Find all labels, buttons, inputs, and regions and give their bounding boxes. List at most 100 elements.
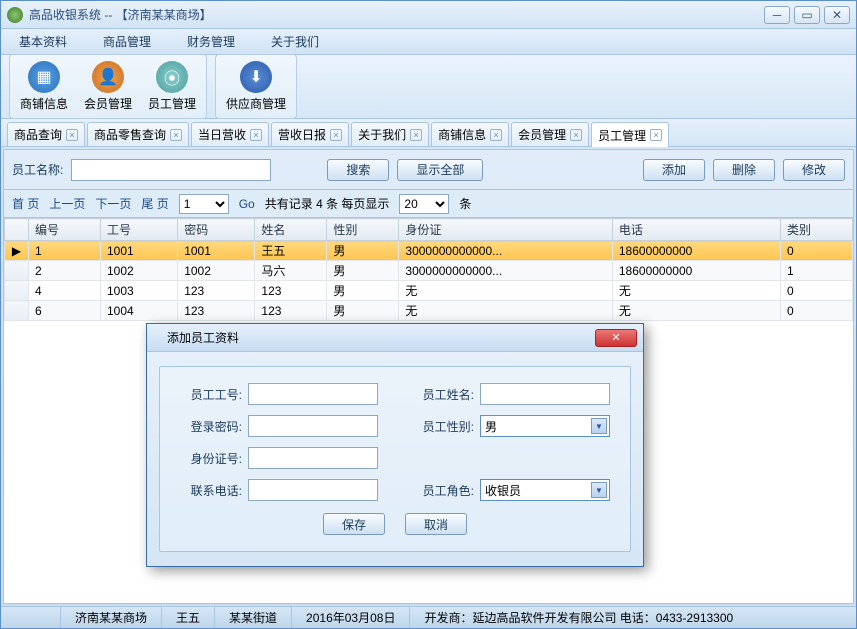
column-header[interactable]: 性别 bbox=[327, 219, 399, 241]
close-icon[interactable]: × bbox=[250, 129, 262, 141]
table-row[interactable]: 41003123123男无无0 bbox=[5, 281, 853, 301]
pager-go[interactable]: Go bbox=[239, 197, 255, 211]
menu-about[interactable]: 关于我们 bbox=[253, 29, 337, 54]
input-emp-name[interactable] bbox=[480, 383, 610, 405]
input-pwd[interactable] bbox=[248, 415, 378, 437]
cell: 0 bbox=[780, 281, 852, 301]
maximize-button[interactable]: ▭ bbox=[794, 6, 820, 24]
pager-prev[interactable]: 上一页 bbox=[49, 195, 85, 212]
filter-label: 员工名称: bbox=[12, 161, 63, 178]
label-emp-no: 员工工号: bbox=[178, 386, 242, 403]
chevron-down-icon: ▼ bbox=[591, 482, 607, 498]
cell: 1004 bbox=[100, 301, 177, 321]
statusbar: 济南某某商场 王五 某某街道 2016年03月08日 开发商：延边高品软件开发有… bbox=[1, 606, 856, 628]
column-header[interactable]: 工号 bbox=[100, 219, 177, 241]
cell: 无 bbox=[399, 301, 612, 321]
pager-size-select[interactable]: 20 bbox=[399, 194, 449, 214]
staff-icon: ⦿ bbox=[156, 61, 188, 93]
tab-4[interactable]: 关于我们 × bbox=[351, 122, 429, 146]
select-role-value: 收银员 bbox=[485, 482, 521, 499]
table-row[interactable]: 210021002马六男3000000000000...186000000001 bbox=[5, 261, 853, 281]
tab-label: 当日营收 bbox=[198, 126, 246, 143]
close-icon[interactable]: × bbox=[170, 129, 182, 141]
pager-suffix: 条 bbox=[459, 195, 471, 212]
window-title: 高品收银系统 -- 【济南某某商场】 bbox=[29, 6, 764, 23]
input-idcard[interactable] bbox=[248, 447, 378, 469]
edit-button[interactable]: 修改 bbox=[783, 159, 845, 181]
app-icon bbox=[153, 331, 167, 345]
dialog-close-button[interactable]: ✕ bbox=[595, 329, 637, 347]
cell: 3000000000000... bbox=[399, 261, 612, 281]
close-button[interactable]: ✕ bbox=[824, 6, 850, 24]
tab-7[interactable]: 员工管理× bbox=[591, 122, 669, 147]
column-header[interactable]: 密码 bbox=[178, 219, 255, 241]
column-header[interactable]: 电话 bbox=[612, 219, 780, 241]
tabstrip: 商品查询×商品零售查询×当日营收×营收日报×关于我们×商铺信息×会员管理×员工管… bbox=[1, 119, 856, 147]
status-user: 王五 bbox=[162, 607, 215, 628]
tool-member[interactable]: 👤 会员管理 bbox=[80, 59, 136, 114]
pager-page-select[interactable]: 1 bbox=[179, 194, 229, 214]
cell: 1 bbox=[29, 241, 101, 261]
column-header[interactable]: 类别 bbox=[780, 219, 852, 241]
cell: 0 bbox=[780, 241, 852, 261]
delete-button[interactable]: 删除 bbox=[713, 159, 775, 181]
table-row[interactable]: 61004123123男无无0 bbox=[5, 301, 853, 321]
menu-product[interactable]: 商品管理 bbox=[85, 29, 169, 54]
dialog-titlebar[interactable]: 添加员工资料 ✕ bbox=[147, 324, 643, 352]
close-icon[interactable]: × bbox=[490, 129, 502, 141]
label-pwd: 登录密码: bbox=[178, 418, 242, 435]
close-icon[interactable]: × bbox=[410, 129, 422, 141]
tab-1[interactable]: 商品零售查询 × bbox=[87, 122, 189, 146]
tab-label: 商品查询 bbox=[14, 126, 62, 143]
add-employee-dialog: 添加员工资料 ✕ 员工工号: 员工姓名: 登录密码: 员工性别: bbox=[146, 323, 644, 567]
showall-button[interactable]: 显示全部 bbox=[397, 159, 483, 181]
pager-next[interactable]: 下一页 bbox=[95, 195, 131, 212]
select-gender[interactable]: 男 ▼ bbox=[480, 415, 610, 437]
cell: 123 bbox=[178, 301, 255, 321]
pager-first[interactable]: 首 页 bbox=[12, 195, 39, 212]
cell: 123 bbox=[255, 301, 327, 321]
dialog-save-button[interactable]: 保存 bbox=[323, 513, 385, 535]
pager-last[interactable]: 尾 页 bbox=[141, 195, 168, 212]
tool-supplier[interactable]: ⬇ 供应商管理 bbox=[222, 59, 290, 114]
input-phone[interactable] bbox=[248, 479, 378, 501]
menubar: 基本资料 商品管理 财务管理 关于我们 bbox=[1, 29, 856, 55]
dialog-cancel-button[interactable]: 取消 bbox=[405, 513, 467, 535]
tool-label: 商铺信息 bbox=[20, 95, 68, 112]
tool-shop-info[interactable]: ▦ 商铺信息 bbox=[16, 59, 72, 114]
close-icon[interactable]: × bbox=[570, 129, 582, 141]
tab-0[interactable]: 商品查询 × bbox=[7, 122, 85, 146]
search-button[interactable]: 搜索 bbox=[327, 159, 389, 181]
tool-staff[interactable]: ⦿ 员工管理 bbox=[144, 59, 200, 114]
cell: 马六 bbox=[255, 261, 327, 281]
tab-label: 商品零售查询 bbox=[94, 126, 166, 143]
tab-label: 商铺信息 bbox=[438, 126, 486, 143]
close-icon[interactable]: × bbox=[66, 129, 78, 141]
label-emp-name: 员工姓名: bbox=[410, 386, 474, 403]
tab-2[interactable]: 当日营收 × bbox=[191, 122, 269, 146]
tab-3[interactable]: 营收日报× bbox=[271, 122, 349, 146]
tab-6[interactable]: 会员管理× bbox=[511, 122, 589, 146]
select-role[interactable]: 收银员 ▼ bbox=[480, 479, 610, 501]
column-header[interactable]: 姓名 bbox=[255, 219, 327, 241]
select-gender-value: 男 bbox=[485, 418, 497, 435]
filter-name-input[interactable] bbox=[71, 159, 271, 181]
cell: 1 bbox=[780, 261, 852, 281]
cell: 123 bbox=[178, 281, 255, 301]
label-idcard: 身份证号: bbox=[178, 450, 242, 467]
close-icon[interactable]: × bbox=[650, 129, 662, 141]
cell: 无 bbox=[612, 281, 780, 301]
add-button[interactable]: 添加 bbox=[643, 159, 705, 181]
input-emp-no[interactable] bbox=[248, 383, 378, 405]
tab-label: 关于我们 bbox=[358, 126, 406, 143]
menu-finance[interactable]: 财务管理 bbox=[169, 29, 253, 54]
tool-label: 供应商管理 bbox=[226, 95, 286, 112]
table-row[interactable]: ▶110011001王五男3000000000000...18600000000… bbox=[5, 241, 853, 261]
column-header[interactable]: 身份证 bbox=[399, 219, 612, 241]
minimize-button[interactable]: ─ bbox=[764, 6, 790, 24]
close-icon[interactable]: × bbox=[330, 129, 342, 141]
menu-basic[interactable]: 基本资料 bbox=[1, 29, 85, 54]
row-marker bbox=[5, 261, 29, 281]
tab-5[interactable]: 商铺信息 × bbox=[431, 122, 509, 146]
column-header[interactable]: 编号 bbox=[29, 219, 101, 241]
